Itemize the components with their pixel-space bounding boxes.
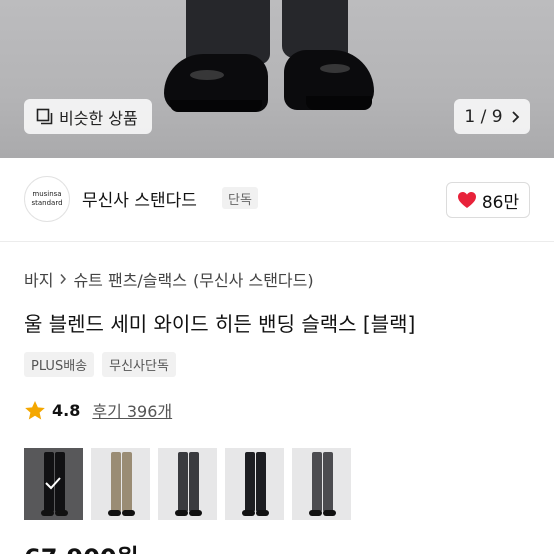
breadcrumb: 바지 슈트 팬츠/슬랙스 (무신사 스탠다드) (24, 267, 314, 291)
thumbnail-pants-leg (323, 452, 333, 512)
product-title: 울 블렌드 세미 와이드 히든 밴딩 슬랙스 [블랙] (24, 312, 416, 336)
chevron-right-icon (60, 274, 67, 284)
thumbnail-pants-leg (256, 452, 266, 512)
thumbnail-pants-leg (178, 452, 188, 512)
color-thumbnail[interactable] (158, 448, 217, 520)
thumbnail-shoe (41, 510, 54, 516)
thumbnail-shoe (108, 510, 121, 516)
thumbnail-pants-leg (245, 452, 255, 512)
thumbnail-shoe (242, 510, 255, 516)
thumbnail-pants-leg (189, 452, 199, 512)
thumbnail-shoe (122, 510, 135, 516)
thumbnail-shoe (323, 510, 336, 516)
brand-logo-text: musinsa (32, 190, 62, 198)
image-pager-count: 1 / 9 (464, 106, 503, 127)
brand-row: musinsa standard 무신사 스탠다드 단독 86만 (0, 158, 554, 242)
image-pager-button[interactable]: 1 / 9 (454, 99, 530, 134)
thumbnail-shoe (309, 510, 322, 516)
product-image[interactable]: 비슷한 상품 1 / 9 (0, 0, 554, 158)
product-price: 67,900원 (24, 538, 139, 554)
similar-icon (36, 108, 53, 125)
brand-logo-text: standard (31, 199, 63, 207)
exclusive-badge: 단독 (222, 187, 258, 209)
product-tags: PLUS배송 무신사단독 (24, 352, 176, 377)
similar-products-label: 비슷한 상품 (59, 108, 138, 128)
shoe-shine (320, 64, 350, 73)
like-count: 86만 (481, 192, 520, 213)
shoe-shine (190, 70, 224, 80)
brand-logo[interactable]: musinsa standard (24, 176, 70, 222)
breadcrumb-item[interactable]: 슈트 팬츠/슬랙스 (73, 267, 187, 291)
thumbnail-shoe (175, 510, 188, 516)
thumbnail-shoe (256, 510, 269, 516)
similar-products-button[interactable]: 비슷한 상품 (24, 99, 152, 134)
breadcrumb-item[interactable]: 바지 (24, 267, 53, 291)
rating-row: 4.8 후기 396개 (24, 398, 172, 422)
sole-right (306, 96, 372, 110)
rating-score: 4.8 (52, 400, 81, 420)
like-button[interactable]: 86만 (446, 182, 530, 218)
star-icon (25, 400, 45, 419)
reviews-link[interactable]: 후기 396개 (92, 398, 172, 422)
color-thumbnail[interactable] (225, 448, 284, 520)
heart-icon (457, 192, 476, 208)
thumbnail-shoe (55, 510, 68, 516)
check-icon (45, 477, 61, 490)
thumbnail-pants-leg (122, 452, 132, 512)
chevron-right-icon (511, 110, 519, 123)
image-background (0, 0, 554, 158)
brand-name[interactable]: 무신사 스탠다드 (82, 186, 197, 211)
tag-plus-delivery: PLUS배송 (24, 352, 95, 377)
color-thumbnail[interactable] (24, 448, 83, 520)
tag-exclusive: 무신사단독 (102, 352, 176, 377)
color-thumbnail[interactable] (292, 448, 351, 520)
thumbnail-pants-leg (111, 452, 121, 512)
sole-left (170, 100, 262, 112)
breadcrumb-item[interactable]: (무신사 스탠다드) (193, 267, 314, 291)
color-thumbnail[interactable] (91, 448, 150, 520)
color-thumbnails (24, 448, 351, 520)
thumbnail-shoe (189, 510, 202, 516)
heart-shape (457, 192, 476, 208)
thumbnail-pants-leg (312, 452, 322, 512)
